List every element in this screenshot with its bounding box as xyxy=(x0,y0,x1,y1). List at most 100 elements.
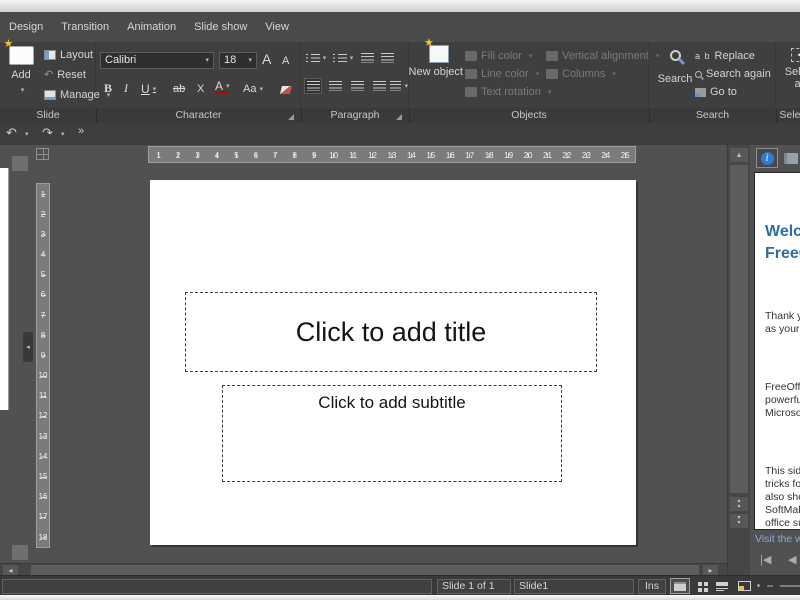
horizontal-scroll-thumb[interactable] xyxy=(31,565,699,575)
ruler-mark: 20 xyxy=(523,151,533,160)
reset-button[interactable]: ↶ Reset xyxy=(44,69,86,81)
nav-first-button[interactable]: |◀ xyxy=(760,553,771,566)
justify-button[interactable] xyxy=(370,78,388,94)
decrease-indent-button[interactable] xyxy=(359,50,375,66)
title-placeholder[interactable]: Click to add title xyxy=(185,292,597,372)
slide-name-field[interactable]: Slide1 xyxy=(514,579,634,594)
font-color-button[interactable]: A xyxy=(215,79,230,94)
add-slide-button[interactable]: ★ Add xyxy=(2,39,40,99)
manage-icon xyxy=(44,90,56,100)
redo-button[interactable]: ↷ xyxy=(42,125,53,141)
welcome-heading: Welcome to FreeOffice Presentations! xyxy=(765,223,800,262)
increase-indent-icon xyxy=(380,53,394,63)
replace-button[interactable]: a b Replace xyxy=(695,50,755,62)
slideshow-button[interactable] xyxy=(734,578,754,594)
group-label-slide: Slide xyxy=(36,109,60,121)
undo-button[interactable]: ↶ xyxy=(6,125,17,141)
new-object-button[interactable]: ★ New object xyxy=(409,38,470,79)
ruler-corner-icon xyxy=(36,148,49,160)
bullet-list-icon xyxy=(305,53,320,63)
ruler-mark: 4 xyxy=(40,250,46,260)
thumbnail-scroll-down-button[interactable] xyxy=(12,545,28,560)
notes-view-button[interactable] xyxy=(712,578,732,594)
toolbar-overflow-button[interactable]: » xyxy=(78,125,84,137)
bullet-list-button[interactable] xyxy=(305,50,327,66)
align-center-icon xyxy=(328,81,342,91)
ribbon-tab[interactable]: View xyxy=(256,12,298,42)
previous-slide-button[interactable]: ▴ ▴ xyxy=(730,497,748,511)
quick-access-toolbar: ↶ ↷ » xyxy=(0,123,800,145)
scroll-right-button[interactable]: ▸ xyxy=(703,565,718,575)
new-star-icon: ★ xyxy=(424,37,434,49)
select-all-icon xyxy=(790,48,800,62)
line-spacing-button[interactable] xyxy=(390,78,408,94)
sidebar-info-tab[interactable]: i xyxy=(756,148,778,168)
normal-view-button[interactable] xyxy=(670,578,690,594)
strikethrough-button[interactable]: ab xyxy=(173,80,185,97)
new-star-icon: ★ xyxy=(3,38,14,50)
numbered-list-icon xyxy=(332,53,347,63)
horizontal-scrollbar[interactable]: ◂ ▸ xyxy=(0,563,727,575)
ribbon-tab[interactable]: Slide show xyxy=(185,12,256,42)
slide-sorter-view-button[interactable] xyxy=(692,578,712,594)
shrink-font-button[interactable]: A xyxy=(282,52,289,69)
remove-formatting-button[interactable] xyxy=(280,81,292,98)
panel-collapse-handle[interactable]: ◂ xyxy=(23,332,33,362)
subtitle-placeholder[interactable]: Click to add subtitle xyxy=(222,385,562,482)
tips-book-icon xyxy=(784,152,798,164)
scroll-left-button[interactable]: ◂ xyxy=(3,565,18,575)
ruler-mark: 22 xyxy=(562,151,572,160)
bold-button[interactable]: B xyxy=(104,80,112,97)
numbered-list-button[interactable] xyxy=(332,50,354,66)
next-slide-button[interactable]: ▾ ▾ xyxy=(730,514,748,528)
vertical-scrollbar[interactable]: ▴ ▴ ▴ ▾ ▾ xyxy=(727,145,750,575)
undo-dropdown[interactable] xyxy=(22,125,29,140)
normal-view-icon xyxy=(674,581,686,591)
subscript-button[interactable]: X xyxy=(197,80,204,97)
font-size-select[interactable]: 18 xyxy=(219,52,257,69)
ribbon-group-character: Calibri 18 A A B I U ab X A Aa xyxy=(96,42,301,108)
align-center-button[interactable] xyxy=(326,78,344,94)
ruler-mark: 7 xyxy=(273,151,278,160)
increase-indent-button[interactable] xyxy=(379,50,395,66)
italic-button[interactable]: I xyxy=(124,80,128,97)
align-right-button[interactable] xyxy=(348,78,366,94)
vertical-scroll-thumb[interactable] xyxy=(730,165,748,493)
go-to-button[interactable]: Go to xyxy=(695,86,737,98)
slide-canvas[interactable]: Click to add title Click to add subtitle xyxy=(150,180,636,545)
nav-previous-button[interactable]: ◀ xyxy=(788,553,796,566)
zoom-out-button[interactable]: − xyxy=(764,578,776,594)
redo-dropdown[interactable] xyxy=(58,125,65,140)
ruler-mark: 10 xyxy=(38,371,48,381)
replace-icon: a b xyxy=(695,51,711,61)
ribbon-group-search: Search a b Replace Search again Go to xyxy=(649,42,776,108)
ribbon-tab[interactable]: Animation xyxy=(118,12,185,42)
ruler-mark: 14 xyxy=(406,151,416,160)
slideshow-dropdown[interactable] xyxy=(752,578,762,594)
search-icon xyxy=(669,50,681,61)
layout-button[interactable]: Layout xyxy=(44,49,104,61)
thumbnail-scroll-up-button[interactable] xyxy=(12,156,28,171)
search-button[interactable]: Search xyxy=(657,50,693,85)
ruler-mark: 21 xyxy=(543,151,552,160)
paragraph-dialog-launcher[interactable] xyxy=(396,114,402,120)
zoom-slider[interactable] xyxy=(780,585,800,587)
freeoffice-website-link[interactable]: Visit the www.freeoffice.com website xyxy=(752,530,800,548)
search-again-button[interactable]: Search again xyxy=(695,68,771,80)
slide-position-field[interactable]: Slide 1 of 1 xyxy=(437,579,511,594)
align-left-button[interactable] xyxy=(304,78,322,94)
font-name-select[interactable]: Calibri xyxy=(100,52,214,69)
workspace: 1 2 3 4 5 6 7 8 9 10 11 12 13 14 15 16 17 18 19 20 21 22 23 24 2… xyxy=(0,145,800,575)
change-case-button[interactable]: Aa xyxy=(243,80,263,97)
ruler-mark: 17 xyxy=(38,512,48,522)
character-dialog-launcher[interactable] xyxy=(288,114,294,120)
ribbon-tab-bar: Design Transition Animation Slide show View xyxy=(0,12,800,42)
grow-font-button[interactable]: A xyxy=(262,50,271,67)
slide-sorter-icon xyxy=(697,581,702,586)
select-all-button[interactable]: Select all xyxy=(779,48,800,90)
insert-mode-field[interactable]: Ins xyxy=(638,579,666,594)
scroll-up-button[interactable]: ▴ xyxy=(730,148,748,162)
underline-button[interactable]: U xyxy=(141,80,156,97)
ribbon-tab[interactable]: Transition xyxy=(52,12,118,42)
status-info-field xyxy=(2,579,432,594)
